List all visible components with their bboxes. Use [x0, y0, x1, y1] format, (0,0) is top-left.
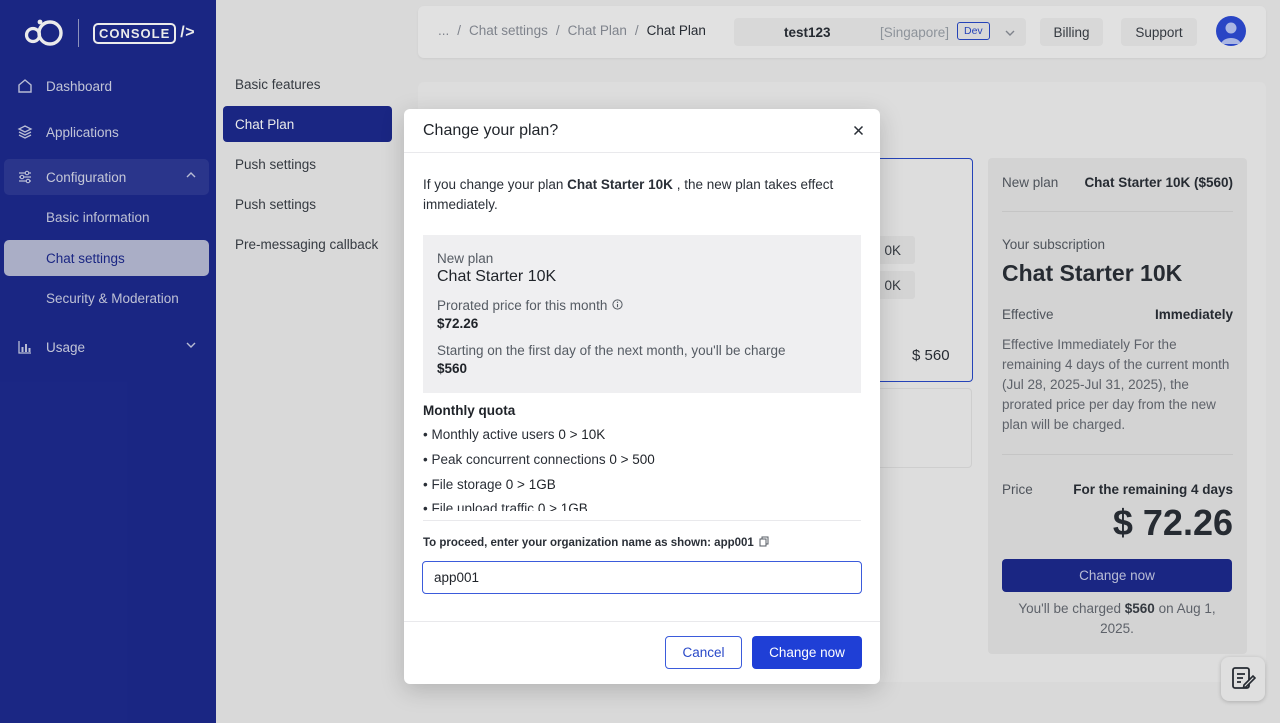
quota-value: 0 > 1GB	[505, 477, 556, 492]
proceed-instruction: To proceed, enter your organization name…	[423, 536, 769, 550]
prorated-label-row: Prorated price for this month	[437, 298, 623, 313]
prorated-value: $72.26	[437, 316, 479, 331]
new-plan-label: New plan	[437, 251, 494, 266]
list-item: • Peak concurrent connections 0 > 500	[423, 452, 655, 467]
info-icon[interactable]	[612, 298, 623, 313]
list-item: • Monthly active users 0 > 10K	[423, 427, 606, 442]
intro-plan: Chat Starter 10K	[567, 177, 673, 192]
quota-value: 0 > 1GB	[537, 501, 588, 511]
next-month-value: $560	[437, 361, 468, 376]
next-month-label: Starting on the first day of the next mo…	[437, 343, 786, 358]
proceed-label: To proceed, enter your organization name…	[423, 537, 754, 549]
prorated-label: Prorated price for this month	[437, 298, 608, 313]
divider	[404, 621, 880, 622]
organization-name-input[interactable]	[422, 561, 862, 594]
quota-label: Peak concurrent connections	[431, 452, 606, 467]
change-plan-dialog: Change your plan? If you change your pla…	[404, 109, 880, 684]
quota-label: Monthly active users	[431, 427, 555, 442]
close-icon	[853, 123, 864, 140]
new-plan-name: Chat Starter 10K	[437, 268, 557, 285]
quota-value: 0 > 10K	[558, 427, 606, 442]
new-plan-box: New plan Chat Starter 10K Prorated price…	[423, 235, 861, 393]
cancel-button[interactable]: Cancel	[665, 636, 742, 669]
quota-label: File upload traffic	[431, 501, 535, 511]
dialog-intro: If you change your plan Chat Starter 10K…	[423, 175, 853, 215]
divider	[423, 520, 861, 521]
divider	[404, 152, 880, 153]
quota-value: 0 > 500	[609, 452, 655, 467]
monthly-quota-list[interactable]: Monthly quota • Monthly active users 0 >…	[423, 399, 861, 511]
close-button[interactable]	[853, 123, 864, 140]
quota-title: Monthly quota	[423, 403, 516, 418]
confirm-change-button[interactable]: Change now	[752, 636, 862, 669]
dialog-title: Change your plan?	[423, 122, 559, 139]
list-item: • File storage 0 > 1GB	[423, 477, 556, 492]
list-item: • File upload traffic 0 > 1GB	[423, 501, 588, 511]
intro-prefix: If you change your plan	[423, 177, 564, 192]
copy-icon[interactable]	[759, 536, 769, 550]
quota-label: File storage	[431, 477, 503, 492]
